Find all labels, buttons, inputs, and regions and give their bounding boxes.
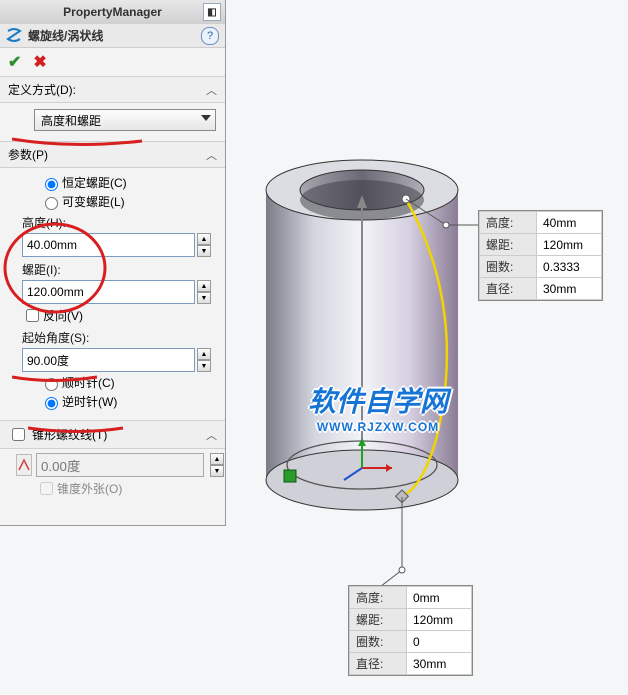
property-manager-panel: PropertyManager ◧ 螺旋线/涡状线 ? ✔ ✖ 定义方式(D):… (0, 0, 226, 526)
radio-constant-pitch-label: 恒定螺距(C) (62, 174, 127, 191)
definition-section-body: 高度和螺距 (0, 103, 225, 141)
check-taper-out-label: 锥度外张(O) (57, 480, 122, 497)
height-spinner[interactable]: ▲▼ (197, 233, 211, 257)
callout2-height-val[interactable]: 0mm (407, 587, 472, 609)
parameters-label: 参数(P) (8, 146, 48, 163)
taper-section-head[interactable]: 锥形螺纹线(T) ︿ (0, 420, 225, 449)
radio-constant-pitch[interactable]: 恒定螺距(C) (40, 174, 217, 191)
pitch-label: 螺距(I): (22, 261, 217, 278)
helix-icon (6, 28, 22, 44)
definition-method-value: 高度和螺距 (35, 112, 101, 129)
taper-angle-icon (16, 454, 32, 476)
pin-button[interactable]: ◧ (203, 3, 221, 21)
radio-ccw[interactable]: 逆时针(W) (40, 393, 217, 410)
cancel-button[interactable]: ✖ (33, 52, 46, 72)
callout-height-val[interactable]: 40mm (537, 212, 602, 234)
check-reverse[interactable]: 反向(V) (22, 306, 217, 325)
chevron-up-icon: ︿ (206, 427, 217, 443)
height-field-row: ▲▼ (22, 233, 217, 257)
callout-dia-key: 直径: (480, 278, 537, 300)
callout2-pitch-val[interactable]: 120mm (407, 609, 472, 631)
radio-constant-pitch-input[interactable] (45, 178, 58, 191)
check-reverse-input[interactable] (26, 309, 39, 322)
callout-height-key: 高度: (480, 212, 537, 234)
parameters-section-head[interactable]: 参数(P) ︿ (0, 141, 225, 168)
callout-pitch-val[interactable]: 120mm (537, 234, 602, 256)
taper-angle-row: ▲▼ (8, 453, 217, 477)
watermark: 软件自学网 WWW.RJZXW.COM (308, 380, 448, 434)
radio-clockwise[interactable]: 顺时针(C) (40, 374, 217, 391)
feature-title: 螺旋线/涡状线 (28, 27, 103, 44)
start-angle-input[interactable] (22, 348, 195, 372)
definition-section-head[interactable]: 定义方式(D): ︿ (0, 76, 225, 103)
dropdown-arrow-icon (201, 115, 211, 121)
radio-variable-pitch-label: 可变螺距(L) (62, 193, 125, 210)
panel-title-bar: PropertyManager ◧ (0, 0, 225, 24)
chevron-up-icon: ︿ (206, 82, 217, 98)
callout2-height-key: 高度: (350, 587, 407, 609)
radio-ccw-label: 逆时针(W) (62, 393, 117, 410)
start-angle-field-row: ▲▼ (22, 348, 217, 372)
taper-angle-spinner: ▲▼ (210, 453, 224, 477)
pitch-spinner[interactable]: ▲▼ (197, 280, 211, 304)
start-angle-spinner[interactable]: ▲▼ (197, 348, 211, 372)
check-taper-out-input (40, 482, 53, 495)
start-angle-label: 起始角度(S): (22, 329, 217, 346)
taper-angle-input (36, 453, 204, 477)
radio-ccw-input[interactable] (45, 397, 58, 410)
taper-section-body: ▲▼ 锥度外张(O) (0, 449, 225, 508)
pitch-input[interactable] (22, 280, 195, 304)
chevron-up-icon: ︿ (206, 147, 217, 163)
callout-dia-val[interactable]: 30mm (537, 278, 602, 300)
callout-helix-end[interactable]: 高度:40mm 螺距:120mm 圈数:0.3333 直径:30mm (478, 210, 603, 301)
help-button[interactable]: ? (201, 27, 219, 45)
watermark-main: 软件自学网 (308, 386, 448, 417)
parameters-section-body: 恒定螺距(C) 可变螺距(L) 高度(H): ▲▼ 螺距(I): ▲▼ 反向(V… (0, 168, 225, 420)
height-label: 高度(H): (22, 214, 217, 231)
callout2-rev-val[interactable]: 0 (407, 631, 472, 653)
watermark-sub: WWW.RJZXW.COM (308, 420, 448, 434)
callout2-rev-key: 圈数: (350, 631, 407, 653)
callout-helix-start[interactable]: 高度:0mm 螺距:120mm 圈数:0 直径:30mm (348, 585, 473, 676)
callout2-dia-val[interactable]: 30mm (407, 653, 472, 675)
radio-clockwise-label: 顺时针(C) (62, 374, 115, 391)
panel-title: PropertyManager (63, 5, 162, 19)
height-input[interactable] (22, 233, 195, 257)
pitch-field-row: ▲▼ (22, 280, 217, 304)
callout-rev-val[interactable]: 0.3333 (537, 256, 602, 278)
callout2-pitch-key: 螺距: (350, 609, 407, 631)
viewport: 高度:40mm 螺距:120mm 圈数:0.3333 直径:30mm 高度:0m… (226, 0, 628, 695)
taper-label: 锥形螺纹线(T) (32, 426, 107, 443)
ok-cancel-row: ✔ ✖ (0, 48, 225, 76)
taper-enable-check[interactable] (12, 428, 25, 441)
radio-variable-pitch-input[interactable] (45, 197, 58, 210)
callout-pitch-key: 螺距: (480, 234, 537, 256)
definition-label: 定义方式(D): (8, 81, 76, 98)
definition-method-dropdown[interactable]: 高度和螺距 (34, 109, 216, 131)
callout-rev-key: 圈数: (480, 256, 537, 278)
feature-header: 螺旋线/涡状线 ? (0, 24, 225, 48)
callout2-dia-key: 直径: (350, 653, 407, 675)
radio-variable-pitch[interactable]: 可变螺距(L) (40, 193, 217, 210)
check-reverse-label: 反向(V) (43, 307, 83, 324)
radio-clockwise-input[interactable] (45, 378, 58, 391)
check-taper-out: 锥度外张(O) (36, 479, 217, 498)
ok-button[interactable]: ✔ (8, 52, 21, 72)
